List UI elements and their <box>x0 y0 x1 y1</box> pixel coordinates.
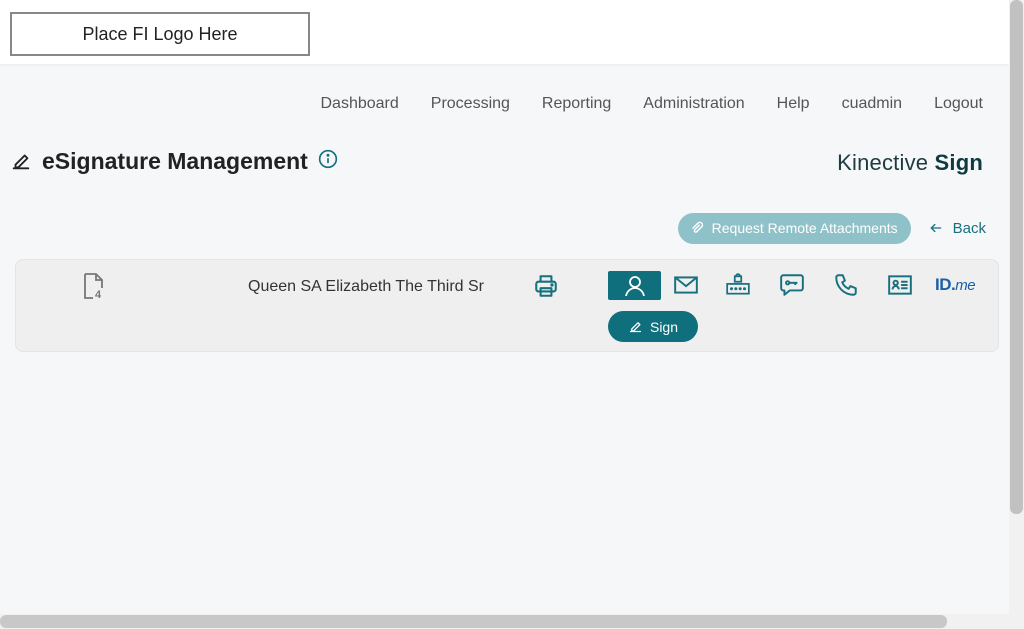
pen-icon <box>12 154 30 170</box>
chat-key-icon <box>780 274 804 296</box>
kinective-sign-brand: Kinective Sign <box>837 150 983 175</box>
request-remote-attachments-button[interactable]: Request Remote Attachments <box>677 212 911 244</box>
horizontal-scrollbar[interactable] <box>0 614 1009 629</box>
printer-icon[interactable] <box>533 273 559 299</box>
envelope-icon <box>674 276 698 294</box>
in-person-signer-button[interactable] <box>608 271 661 300</box>
info-icon[interactable] <box>318 149 338 169</box>
back-link[interactable]: Back <box>929 220 986 237</box>
page-title: eSignature Management <box>42 147 308 174</box>
sign-button[interactable]: Sign <box>608 311 698 342</box>
action-row: Request Remote Attachments Back <box>677 212 986 244</box>
vertical-scrollbar[interactable] <box>1009 0 1024 629</box>
signer-card: 4 Queen SA Elizabeth The Third Sr ID.me … <box>15 259 999 352</box>
email-auth-button[interactable] <box>671 270 701 300</box>
page-title-row: eSignature Management <box>10 146 338 176</box>
nav-help[interactable]: Help <box>777 93 810 115</box>
fi-logo-placeholder: Place FI Logo Here <box>10 12 310 56</box>
phone-auth-button[interactable] <box>831 270 861 300</box>
paperclip-icon <box>691 221 703 233</box>
nav-dashboard[interactable]: Dashboard <box>320 93 398 115</box>
id-card-icon <box>888 275 912 295</box>
nav-logout[interactable]: Logout <box>934 93 983 115</box>
arrow-left-icon <box>930 223 941 233</box>
horizontal-scrollbar-thumb[interactable] <box>0 615 947 628</box>
sms-auth-button[interactable] <box>777 270 807 300</box>
id-card-auth-button[interactable] <box>885 270 915 300</box>
nav-administration[interactable]: Administration <box>643 93 744 115</box>
nav-user[interactable]: cuadmin <box>842 93 902 115</box>
idme-auth-button[interactable]: ID.me <box>935 275 976 295</box>
signer-name: Queen SA Elizabeth The Third Sr <box>248 278 484 295</box>
password-lock-icon <box>726 273 750 295</box>
vertical-scrollbar-thumb[interactable] <box>1010 0 1023 514</box>
top-bar: Place FI Logo Here <box>0 0 1009 64</box>
kba-auth-button[interactable] <box>723 270 753 300</box>
pen-icon <box>629 322 642 333</box>
nav-reporting[interactable]: Reporting <box>542 93 611 115</box>
svg-text:4: 4 <box>95 289 102 299</box>
person-icon <box>624 275 645 296</box>
main-nav: Dashboard Processing Reporting Administr… <box>320 93 983 115</box>
document-count-icon: 4 <box>84 273 103 299</box>
phone-icon <box>835 274 857 296</box>
nav-processing[interactable]: Processing <box>431 93 510 115</box>
